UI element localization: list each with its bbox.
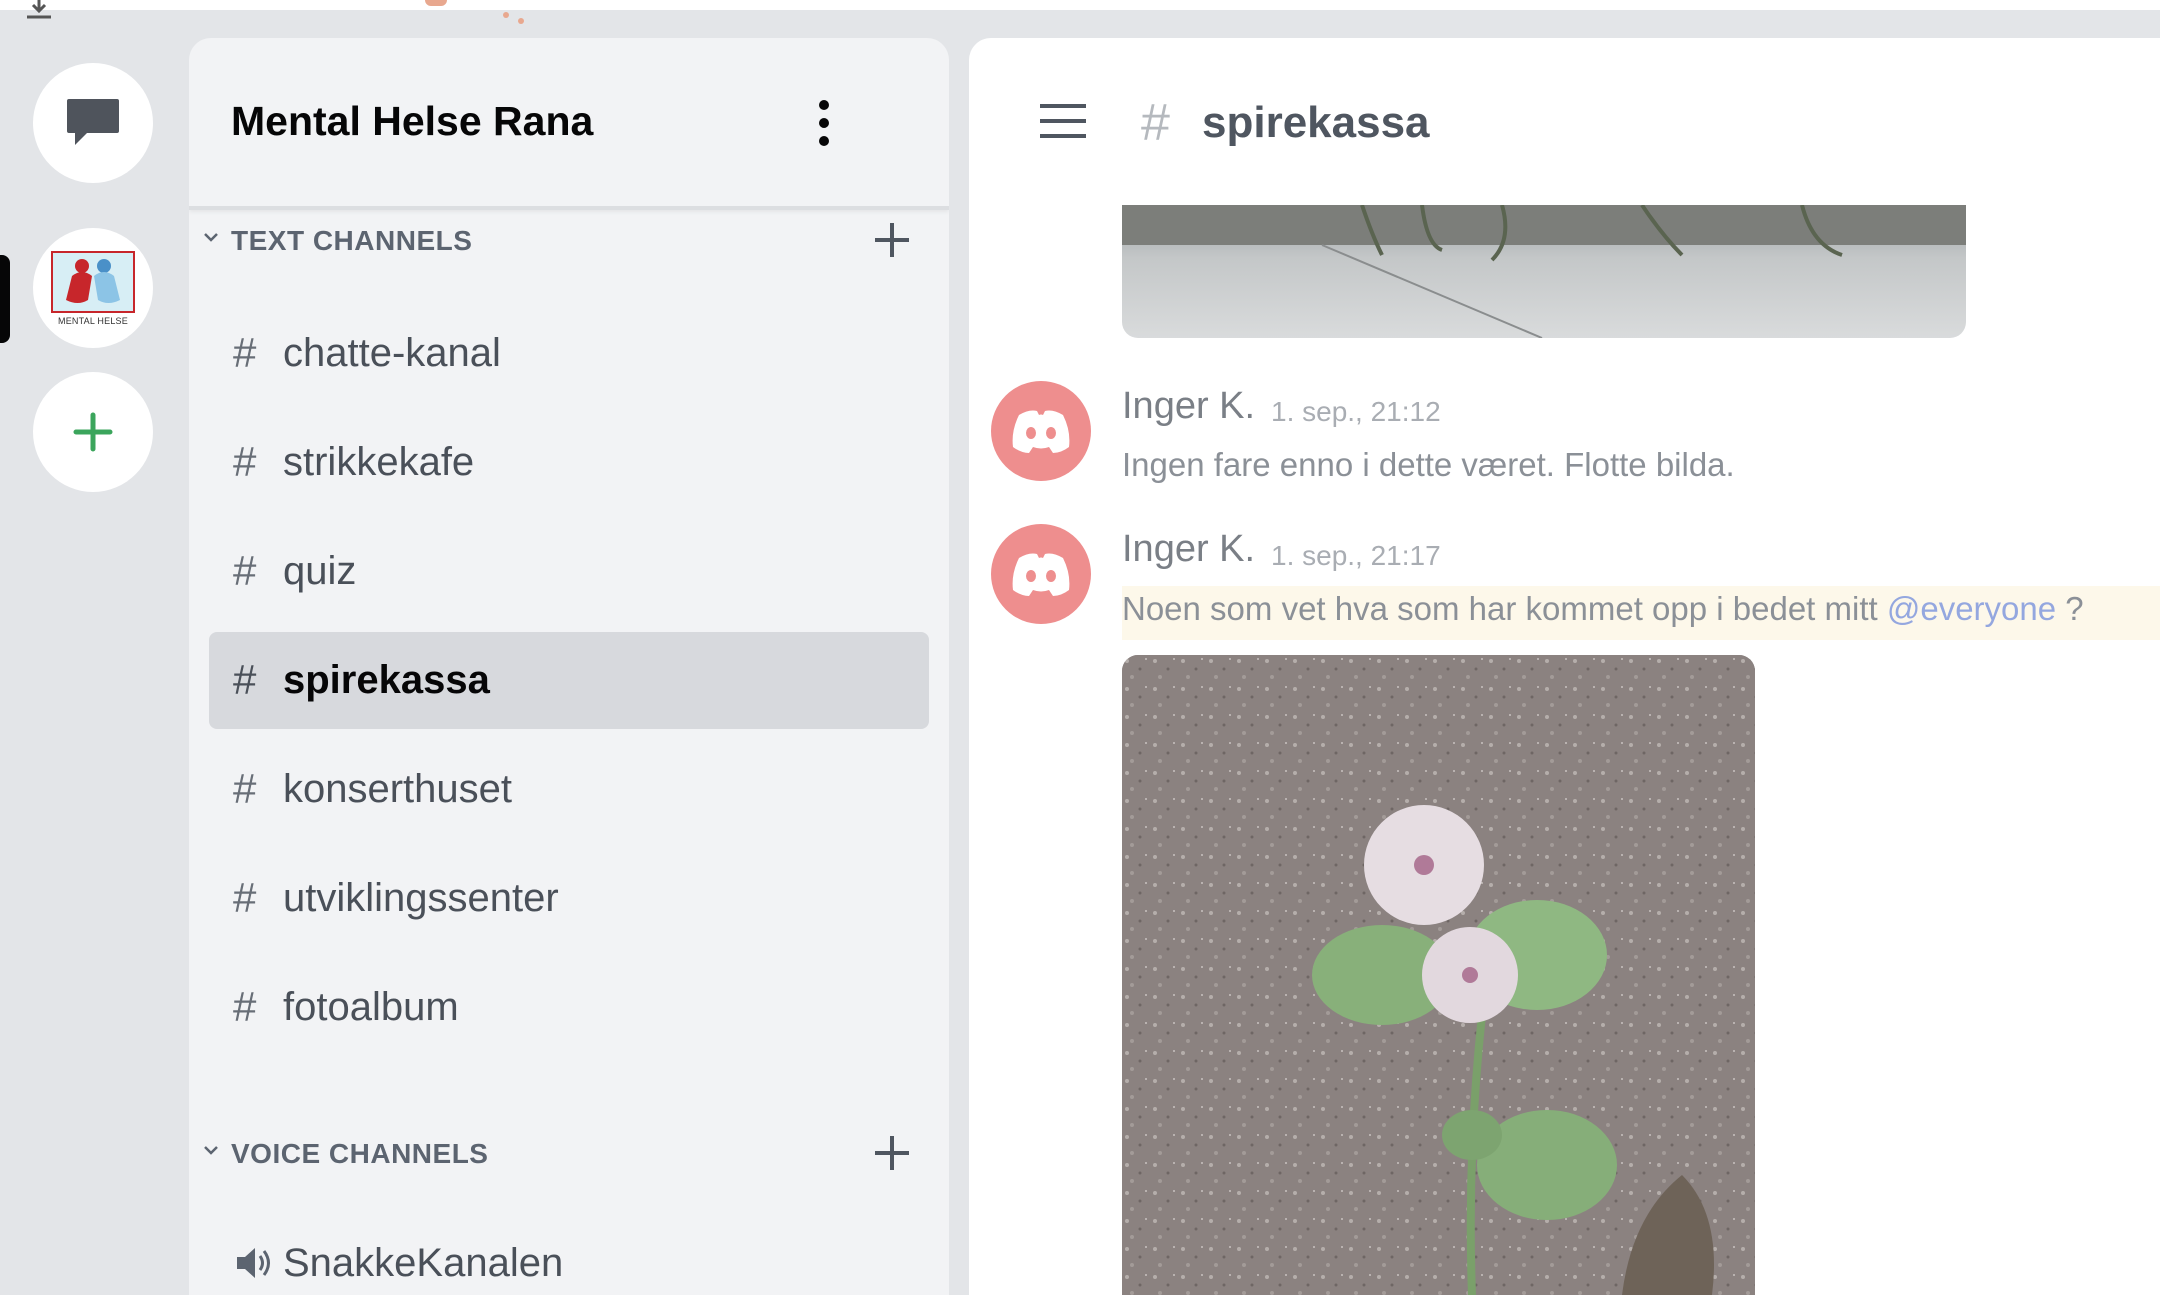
selected-server-indicator [0,255,10,343]
discord-logo-icon [1012,410,1070,453]
channel-name: utviklingssenter [283,876,559,920]
kebab-icon[interactable] [815,98,833,148]
channel-strikkekafe[interactable]: # strikkekafe [209,414,929,511]
channel-name: strikkekafe [283,440,475,484]
voice-channel-snakkekanalen[interactable]: SnakkeKanalen [209,1215,929,1295]
server-mental-helse[interactable]: MENTAL HELSE [33,228,153,348]
category-label: VOICE CHANNELS [231,1138,489,1169]
chevron-down-icon [204,233,218,242]
hash-icon: # [233,547,257,594]
hash-icon: # [233,983,257,1030]
message-timestamp: 1. sep., 21:17 [1271,540,1441,571]
message-text-part: Noen som vet hva som har kommet opp i be… [1122,590,1887,627]
channel-spirekassa[interactable]: # spirekassa [209,632,929,729]
discord-logo-icon [1012,553,1070,596]
decorative-dot [518,18,524,24]
channel-name: konserthuset [283,767,513,811]
channel-name: quiz [283,549,357,593]
window-top-bar [0,0,2160,10]
channel-name: SnakkeKanalen [283,1241,564,1285]
image-attachment-flower[interactable] [1122,655,1755,1295]
channel-name: fotoalbum [283,985,459,1029]
speaker-icon [237,1248,270,1278]
channel-sidebar: Mental Helse Rana TEXT CHANNELS # chatte… [189,38,949,1295]
hash-icon: # [233,656,257,703]
message-author[interactable]: Inger K. [1122,385,1255,428]
add-channel-icon[interactable] [872,220,912,260]
hamburger-menu-icon[interactable] [1038,102,1088,140]
decorative-dot [503,12,509,18]
flower-photo [1122,655,1755,1295]
category-voice-channels[interactable]: VOICE CHANNELS [189,1128,949,1178]
message-timestamp: 1. sep., 21:12 [1271,396,1441,427]
server-logo-text: MENTAL HELSE [58,316,128,326]
channel-hash-icon: # [1141,94,1170,152]
channel-fotoalbum[interactable]: # fotoalbum [209,959,929,1056]
channel-konserthuset[interactable]: # konserthuset [209,741,929,838]
add-channel-icon[interactable] [872,1133,912,1173]
plant-photo-partial [1122,205,1966,338]
image-attachment-top[interactable] [1122,205,1966,338]
category-text-channels[interactable]: TEXT CHANNELS [189,215,949,265]
message-author[interactable]: Inger K. [1122,528,1255,571]
channel-name: spirekassa [283,658,490,702]
chat-panel: # spirekassa Inger K. 1. sep., 21:12 Ing… [969,38,2160,1295]
plus-icon [73,412,113,452]
message-text: Noen som vet hva som har kommet opp i be… [1122,590,2084,628]
hash-icon: # [233,765,257,812]
hash-icon: # [233,874,257,921]
category-label: TEXT CHANNELS [231,225,473,256]
chevron-down-icon [204,1146,218,1155]
server-rail: MENTAL HELSE [0,10,187,1295]
channel-chatte-kanal[interactable]: # chatte-kanal [209,305,929,402]
decorative-dot [425,0,447,6]
channel-name: chatte-kanal [283,331,501,375]
avatar[interactable] [991,381,1091,481]
chat-bubble-icon [67,99,119,145]
message-text: Ingen fare enno i dette været. Flotte bi… [1122,446,1735,483]
chat-channel-title: spirekassa [1202,98,1430,147]
direct-messages-button[interactable] [33,63,153,183]
hash-icon: # [233,329,257,376]
add-server-button[interactable] [33,372,153,492]
guild-header[interactable]: Mental Helse Rana [189,38,949,210]
hash-icon: # [233,438,257,485]
avatar[interactable] [991,524,1091,624]
channel-quiz[interactable]: # quiz [209,523,929,620]
message-text-part: ? [2056,590,2084,627]
channel-utviklingssenter[interactable]: # utviklingssenter [209,850,929,947]
mention-everyone[interactable]: @everyone [1887,590,2056,627]
guild-name: Mental Helse Rana [231,98,594,144]
